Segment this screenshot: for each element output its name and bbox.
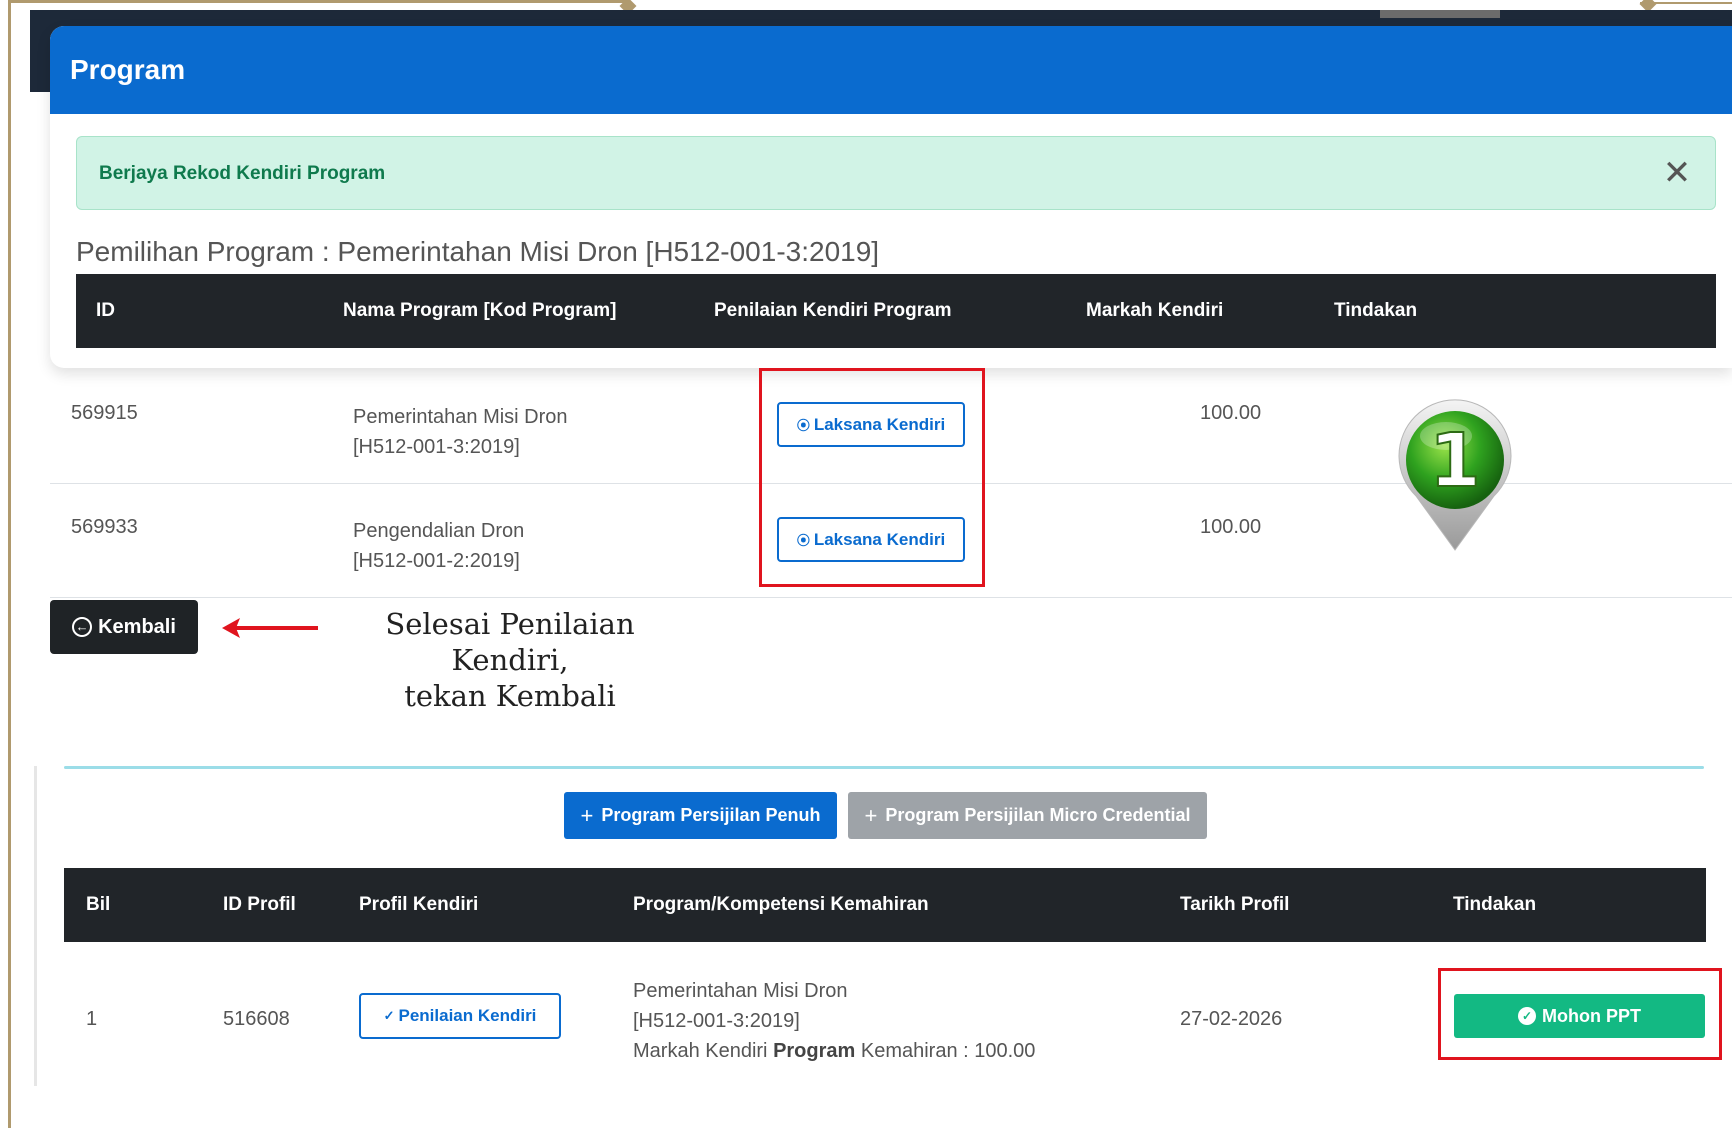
- instruction-annotation: Selesai Penilaian Kendiri, tekan Kembali: [330, 606, 690, 714]
- annotation-line-2: tekan Kembali: [404, 679, 616, 713]
- program-code: [H512-001-3:2019]: [353, 436, 520, 458]
- header-self-score: Markah Kendiri: [1086, 300, 1224, 321]
- program-name: Pemerintahan Misi Dron: [353, 406, 568, 428]
- program-name-cell: Pemerintahan Misi Dron [H512-001-3:2019]: [353, 402, 568, 462]
- add-micro-credential-button[interactable]: + Program Persijilan Micro Credential: [848, 792, 1207, 839]
- highlight-box-mohon: [1438, 968, 1722, 1060]
- back-button-label: Kembali: [98, 615, 176, 638]
- program-table-header: ID Nama Program [Kod Program] Penilaian …: [76, 274, 1716, 348]
- section-divider: [64, 766, 1704, 769]
- program-code: [H512-001-2:2019]: [353, 550, 520, 572]
- back-button[interactable]: ← Kembali: [50, 600, 198, 654]
- row-number: 1: [86, 1008, 98, 1030]
- annotation-line-1: Selesai Penilaian Kendiri,: [385, 607, 635, 677]
- header-program-competency: Program/Kompetensi Kemahiran: [633, 894, 929, 915]
- arrow-left-circle-icon: ←: [72, 617, 93, 637]
- self-score: 100.00: [1200, 402, 1262, 424]
- header-self-profile: Profil Kendiri: [359, 894, 479, 915]
- score-bold: Program: [773, 1040, 856, 1062]
- button-label: Program Persijilan Micro Credential: [885, 805, 1191, 825]
- button-label: Penilaian Kendiri: [398, 1006, 537, 1025]
- highlight-box-laksana: [759, 368, 985, 587]
- frame-border-left: [8, 0, 11, 1128]
- profile-date: 27-02-2026: [1180, 1008, 1283, 1030]
- program-name-cell: Pengendalian Dron [H512-001-2:2019]: [353, 516, 524, 576]
- program-competency-cell: Pemerintahan Misi Dron [H512-001-3:2019]…: [633, 976, 1035, 1066]
- header-profile-id: ID Profil: [223, 894, 296, 915]
- header-program-name: Nama Program [Kod Program]: [343, 300, 617, 321]
- content-border: [34, 766, 37, 1086]
- header-id: ID: [96, 300, 115, 321]
- selection-title: Pemilihan Program : Pemerintahan Misi Dr…: [76, 236, 880, 267]
- check-circle-icon: ✓: [383, 1008, 395, 1023]
- profile-table-header: Bil ID Profil Profil Kendiri Program/Kom…: [64, 868, 1706, 942]
- program-id: 569915: [71, 402, 138, 424]
- red-arrow-icon: [222, 618, 318, 638]
- header-action: Tindakan: [1334, 300, 1418, 321]
- map-pin-icon: 1: [1398, 399, 1512, 551]
- close-icon[interactable]: ✕: [1655, 151, 1699, 195]
- score-suffix: Kemahiran : 100.00: [855, 1040, 1036, 1062]
- plus-icon: +: [580, 802, 594, 828]
- profile-id: 516608: [223, 1008, 290, 1030]
- self-score-line: Markah Kendiri Program Kemahiran : 100.0…: [633, 1036, 1035, 1066]
- header-self-assessment: Penilaian Kendiri Program: [714, 300, 952, 321]
- header-image-strip: [1380, 10, 1500, 18]
- program-code: [H512-001-3:2019]: [633, 1010, 800, 1032]
- score-prefix: Markah Kendiri: [633, 1040, 774, 1062]
- alert-message: Berjaya Rekod Kendiri Program: [99, 163, 386, 184]
- header-profile-date: Tarikh Profil: [1180, 894, 1290, 915]
- header-action: Tindakan: [1453, 894, 1537, 915]
- program-modal: Program Berjaya Rekod Kendiri Program ✕ …: [50, 26, 1732, 368]
- plus-icon: +: [864, 802, 878, 828]
- add-full-program-button[interactable]: + Program Persijilan Penuh: [564, 792, 837, 839]
- program-name: Pemerintahan Misi Dron: [633, 980, 848, 1002]
- program-id: 569933: [71, 516, 138, 538]
- modal-header: Program: [50, 26, 1732, 114]
- self-score: 100.00: [1200, 516, 1262, 538]
- button-label: Program Persijilan Penuh: [601, 805, 821, 825]
- success-alert: Berjaya Rekod Kendiri Program ✕: [76, 136, 1716, 210]
- header-bil: Bil: [86, 894, 111, 915]
- marker-number: 1: [1429, 418, 1481, 504]
- modal-title: Program: [70, 54, 186, 85]
- frame-border-top: [8, 0, 628, 3]
- program-name: Pengendalian Dron: [353, 520, 525, 542]
- penilaian-kendiri-button[interactable]: ✓ Penilaian Kendiri: [359, 993, 561, 1039]
